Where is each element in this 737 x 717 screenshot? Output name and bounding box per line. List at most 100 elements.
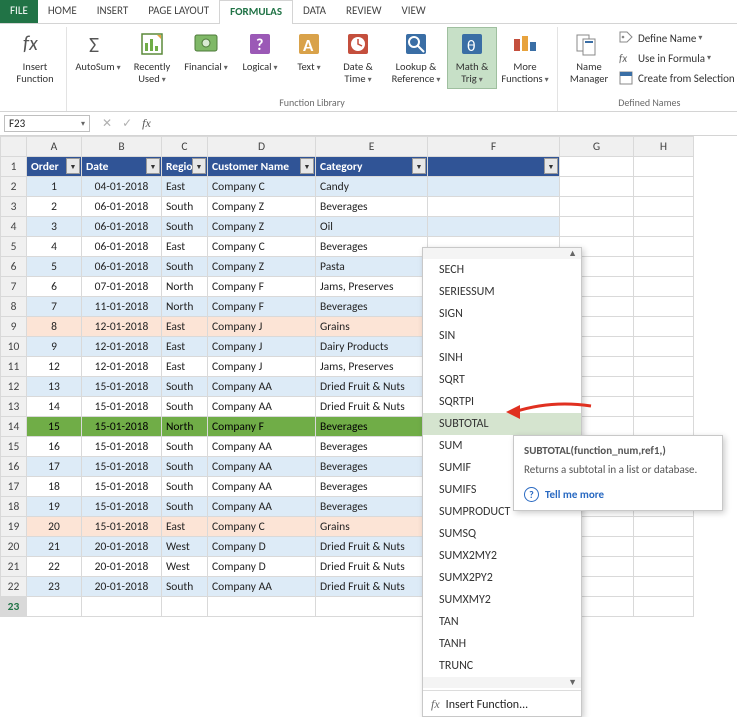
text-button[interactable]: A Text▾ — [287, 27, 331, 77]
cell[interactable]: 9 — [27, 337, 82, 357]
cell[interactable]: South — [162, 217, 208, 237]
cell[interactable] — [162, 597, 208, 617]
cell[interactable] — [208, 597, 316, 617]
cell[interactable]: 22 — [27, 557, 82, 577]
row-header[interactable]: 4 — [1, 217, 27, 237]
cell[interactable]: Beverages — [316, 497, 428, 517]
row-header[interactable]: 18 — [1, 497, 27, 517]
cell[interactable]: 12-01-2018 — [82, 337, 162, 357]
cell[interactable] — [634, 297, 694, 317]
cell[interactable] — [634, 177, 694, 197]
cell[interactable]: South — [162, 577, 208, 597]
cell[interactable]: North — [162, 277, 208, 297]
cell[interactable]: 06-01-2018 — [82, 257, 162, 277]
use-in-formula-button[interactable]: fx Use in Formula▾ — [616, 49, 737, 67]
tab-review[interactable]: REVIEW — [336, 0, 392, 23]
lookup-button[interactable]: Lookup & Reference▾ — [385, 27, 447, 89]
cell[interactable]: 19 — [27, 497, 82, 517]
name-manager-button[interactable]: Name Manager — [562, 27, 616, 88]
cell[interactable] — [634, 237, 694, 257]
cell[interactable]: Jams, Preserves — [316, 277, 428, 297]
table-header[interactable]: ▼ — [428, 157, 560, 177]
cell[interactable]: Company F — [208, 417, 316, 437]
cell[interactable]: Dried Fruit & Nuts — [316, 377, 428, 397]
row-header[interactable]: 19 — [1, 517, 27, 537]
row-header[interactable]: 11 — [1, 357, 27, 377]
cell[interactable]: 8 — [27, 317, 82, 337]
scroll-up[interactable]: ▲ — [423, 248, 581, 259]
dropdown-item[interactable]: SINH — [423, 347, 581, 369]
dropdown-item[interactable]: SUMX2MY2 — [423, 545, 581, 567]
row-header[interactable]: 8 — [1, 297, 27, 317]
cell[interactable]: Company J — [208, 317, 316, 337]
cell[interactable] — [316, 597, 428, 617]
tab-view[interactable]: VIEW — [392, 0, 436, 23]
cell[interactable]: 15-01-2018 — [82, 417, 162, 437]
fx-bar-icon[interactable]: fx — [142, 116, 151, 131]
row-header[interactable]: 6 — [1, 257, 27, 277]
cell[interactable] — [560, 217, 634, 237]
col-D[interactable]: D — [208, 137, 316, 157]
select-all[interactable] — [1, 137, 27, 157]
cell[interactable]: Company C — [208, 177, 316, 197]
row-header[interactable]: 3 — [1, 197, 27, 217]
cell[interactable]: South — [162, 497, 208, 517]
col-E[interactable]: E — [316, 137, 428, 157]
row-header[interactable]: 15 — [1, 437, 27, 457]
cell[interactable]: Dried Fruit & Nuts — [316, 537, 428, 557]
row-header[interactable]: 23 — [1, 597, 27, 617]
insert-function-button[interactable]: fx Insert Function — [8, 27, 62, 88]
row-header[interactable]: 5 — [1, 237, 27, 257]
cell[interactable]: 06-01-2018 — [82, 237, 162, 257]
cell[interactable]: 20 — [27, 517, 82, 537]
cell[interactable]: Company Z — [208, 217, 316, 237]
spreadsheet-grid[interactable]: A B C D E F G H 1Order▼Date▼Region▼Custo… — [0, 136, 737, 617]
filter-button[interactable]: ▼ — [300, 158, 314, 174]
cell[interactable]: 4 — [27, 237, 82, 257]
row-header[interactable]: 13 — [1, 397, 27, 417]
cell[interactable]: Dried Fruit & Nuts — [316, 557, 428, 577]
cell[interactable]: South — [162, 377, 208, 397]
table-header[interactable]: Customer Name▼ — [208, 157, 316, 177]
dropdown-item[interactable]: SUMXMY2 — [423, 589, 581, 611]
cell[interactable]: 07-01-2018 — [82, 277, 162, 297]
cell[interactable] — [634, 257, 694, 277]
scroll-down[interactable]: ▼ — [423, 677, 581, 688]
cell[interactable]: Company AA — [208, 397, 316, 417]
col-G[interactable]: G — [560, 137, 634, 157]
row-header[interactable]: 14 — [1, 417, 27, 437]
cell[interactable]: South — [162, 257, 208, 277]
cell[interactable] — [634, 277, 694, 297]
tab-home[interactable]: HOME — [38, 0, 87, 23]
datetime-button[interactable]: Date & Time▾ — [331, 27, 385, 89]
cell[interactable] — [428, 197, 560, 217]
filter-button[interactable]: ▼ — [66, 158, 80, 174]
dropdown-item[interactable]: SERIESSUM — [423, 281, 581, 303]
cell[interactable] — [634, 597, 694, 617]
cell[interactable]: North — [162, 297, 208, 317]
cell[interactable]: East — [162, 237, 208, 257]
more-functions-button[interactable]: More Functions▾ — [497, 27, 553, 89]
cell[interactable]: 7 — [27, 297, 82, 317]
cell[interactable]: 18 — [27, 477, 82, 497]
cell[interactable]: 14 — [27, 397, 82, 417]
cell[interactable]: Company AA — [208, 437, 316, 457]
cell[interactable]: Company F — [208, 277, 316, 297]
dropdown-item[interactable]: SUMX2PY2 — [423, 567, 581, 589]
cell[interactable]: 12 — [27, 357, 82, 377]
cell[interactable] — [634, 157, 694, 177]
col-B[interactable]: B — [82, 137, 162, 157]
math-trig-button[interactable]: θ Math & Trig▾ — [447, 27, 497, 89]
dropdown-item[interactable]: SIGN — [423, 303, 581, 325]
cell[interactable]: 06-01-2018 — [82, 197, 162, 217]
cell[interactable]: West — [162, 557, 208, 577]
logical-button[interactable]: ? Logical▾ — [233, 27, 287, 77]
row-header[interactable]: 10 — [1, 337, 27, 357]
cell[interactable]: 04-01-2018 — [82, 177, 162, 197]
cell[interactable]: Dairy Products — [316, 337, 428, 357]
financial-button[interactable]: Financial▾ — [179, 27, 233, 77]
cell[interactable]: 5 — [27, 257, 82, 277]
cell[interactable]: 1 — [27, 177, 82, 197]
cell[interactable]: 17 — [27, 457, 82, 477]
cell[interactable]: 6 — [27, 277, 82, 297]
